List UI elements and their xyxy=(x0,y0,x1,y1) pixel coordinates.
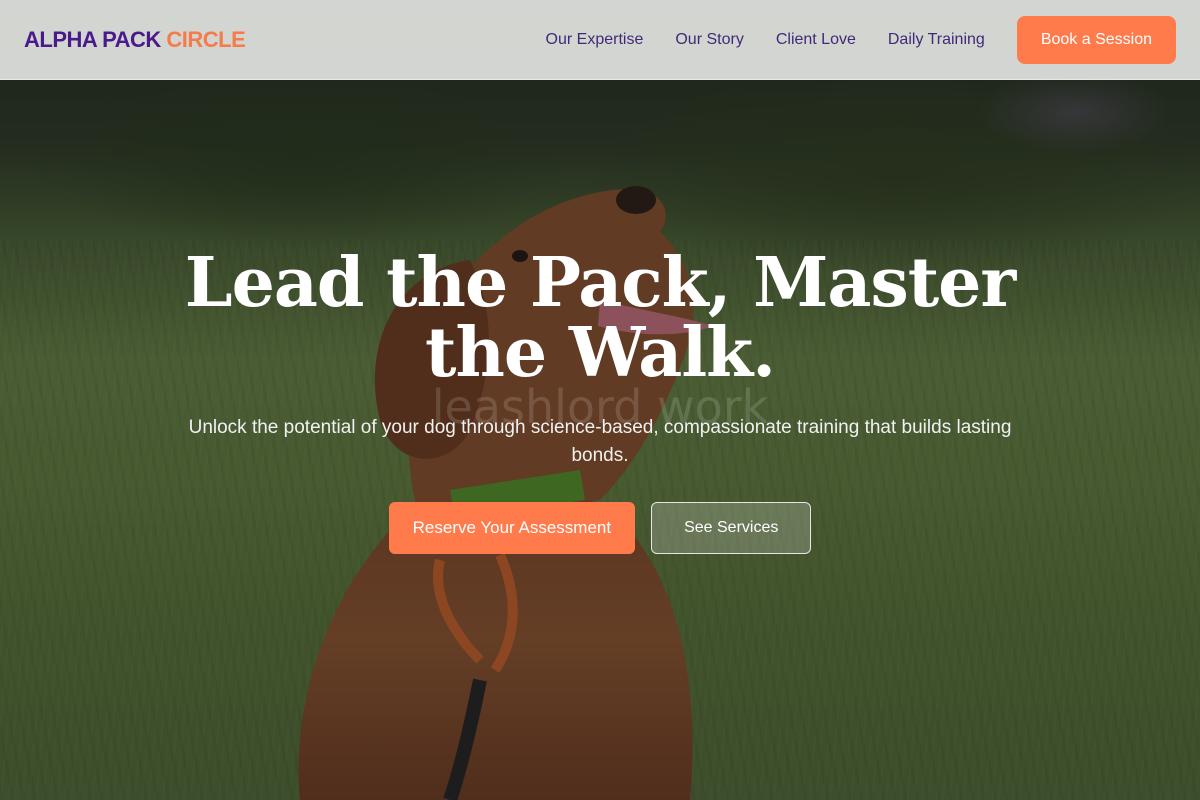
logo-text-primary: ALPHA PACK xyxy=(24,26,161,52)
hero-subheadline: Unlock the potential of your dog through… xyxy=(188,417,1012,466)
hero-cta-group: Reserve Your Assessment See Services xyxy=(0,502,1200,554)
nav-link-our-story[interactable]: Our Story xyxy=(675,31,743,49)
nav-link-our-expertise[interactable]: Our Expertise xyxy=(546,31,644,49)
hero-headline: Lead the Pack, Master the Walk. xyxy=(184,243,1017,393)
top-navigation-bar: ALPHA PACK CIRCLE Our Expertise Our Stor… xyxy=(0,0,1200,80)
nav-link-daily-training[interactable]: Daily Training xyxy=(888,31,985,49)
logo-text-accent: CIRCLE xyxy=(166,26,246,52)
reserve-assessment-button[interactable]: Reserve Your Assessment xyxy=(388,502,636,554)
nav-links: Our Expertise Our Story Client Love Dail… xyxy=(514,15,1176,64)
nav-link-client-love[interactable]: Client Love xyxy=(776,31,856,49)
book-session-button[interactable]: Book a Session xyxy=(1016,15,1176,64)
see-services-button[interactable]: See Services xyxy=(651,502,812,554)
brand-logo[interactable]: ALPHA PACK CIRCLE xyxy=(24,26,246,53)
